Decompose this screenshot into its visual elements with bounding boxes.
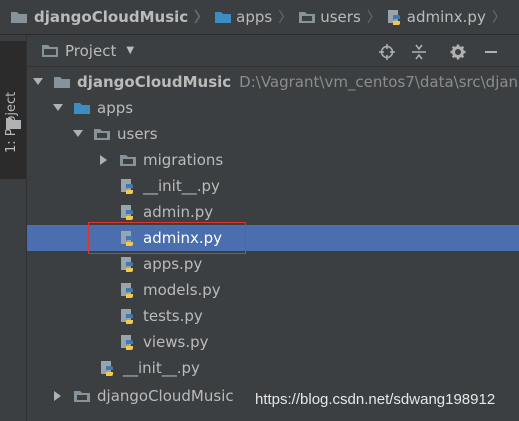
folder-icon bbox=[11, 12, 27, 23]
tree-item-file[interactable]: __init__.py bbox=[27, 355, 519, 381]
tool-window-strip: 1: Project bbox=[0, 35, 27, 421]
project-panel-header: Project ▼ bbox=[27, 35, 519, 67]
tree-item-label: djangoCloudMusic bbox=[77, 73, 232, 91]
python-file-icon bbox=[99, 360, 117, 376]
collapse-arrow-icon[interactable] bbox=[99, 155, 109, 165]
tree-item-file[interactable]: views.py bbox=[27, 329, 519, 355]
project-tool-button[interactable]: 1: Project bbox=[0, 41, 26, 179]
tree-item-label: tests.py bbox=[143, 307, 203, 325]
tree-item-label: migrations bbox=[143, 151, 224, 169]
python-file-icon bbox=[119, 282, 137, 298]
tree-item-label: apps.py bbox=[143, 255, 203, 273]
expand-arrow-icon[interactable] bbox=[73, 129, 83, 139]
tree-item-label: __init__.py bbox=[123, 359, 200, 377]
folder-icon bbox=[53, 74, 71, 90]
package-folder-icon bbox=[73, 388, 91, 404]
folder-icon bbox=[6, 118, 21, 129]
tree-item-file[interactable]: models.py bbox=[27, 277, 519, 303]
expand-arrow-icon[interactable] bbox=[53, 103, 63, 113]
chevron-right-icon: 〉 bbox=[194, 10, 209, 26]
chevron-right-icon: 〉 bbox=[366, 10, 381, 26]
folder-icon bbox=[299, 12, 316, 23]
python-file-icon bbox=[119, 256, 137, 272]
tree-item-users[interactable]: users bbox=[27, 121, 519, 147]
tree-item-file[interactable]: __init__.py bbox=[27, 173, 519, 199]
tree-item-apps[interactable]: apps bbox=[27, 95, 519, 121]
breadcrumb-label: adminx.py bbox=[406, 8, 486, 26]
tree-item-label: models.py bbox=[143, 281, 221, 299]
tree-item-label: djangoCloudMusic bbox=[97, 387, 234, 405]
tree-item-root[interactable]: djangoCloudMusic D:\Vagrant\vm_centos7\d… bbox=[27, 69, 519, 95]
tree-item-file[interactable]: tests.py bbox=[27, 303, 519, 329]
breadcrumb-users[interactable]: users 〉 bbox=[298, 7, 387, 27]
folder-icon bbox=[215, 12, 232, 23]
expand-arrow-icon[interactable] bbox=[33, 77, 43, 87]
gear-icon[interactable] bbox=[449, 43, 467, 61]
breadcrumb-label: users bbox=[320, 8, 361, 26]
chevron-right-icon: 〉 bbox=[491, 10, 506, 26]
tree-item-label: __init__.py bbox=[143, 177, 220, 195]
tree-item-label: admin.py bbox=[143, 203, 214, 221]
project-panel-title: Project bbox=[65, 41, 117, 60]
tree-item-label: views.py bbox=[143, 333, 209, 351]
python-file-icon bbox=[119, 308, 137, 324]
tree-item-file[interactable]: apps.py bbox=[27, 251, 519, 277]
navigation-bar: djangoCloudMusic 〉 apps 〉 users 〉 adminx… bbox=[0, 0, 519, 35]
breadcrumb-label: djangoCloudMusic bbox=[34, 8, 189, 26]
project-view-selector[interactable]: Project ▼ bbox=[41, 42, 134, 60]
python-file-icon bbox=[119, 334, 137, 350]
project-folder-icon bbox=[42, 45, 58, 57]
annotation-highlight-box bbox=[88, 222, 246, 254]
package-folder-icon bbox=[93, 126, 111, 142]
tree-item-label: users bbox=[117, 125, 158, 143]
collapse-all-icon[interactable] bbox=[410, 43, 428, 61]
tree-item-migrations[interactable]: migrations bbox=[27, 147, 519, 173]
python-file-icon bbox=[119, 178, 137, 194]
folder-icon bbox=[73, 100, 91, 116]
breadcrumb-label: apps bbox=[236, 8, 273, 26]
tree-item-label: apps bbox=[97, 99, 134, 117]
chevron-right-icon: 〉 bbox=[278, 10, 293, 26]
minimize-icon[interactable] bbox=[482, 43, 500, 61]
project-path-text: D:\Vagrant\vm_centos7\data\src\django bbox=[239, 73, 519, 91]
dropdown-arrow-icon: ▼ bbox=[126, 45, 135, 56]
locate-target-icon[interactable] bbox=[378, 43, 396, 61]
breadcrumb-apps[interactable]: apps 〉 bbox=[214, 7, 298, 27]
python-file-icon bbox=[119, 204, 137, 220]
breadcrumb-djangocloudmusic[interactable]: djangoCloudMusic 〉 bbox=[10, 7, 214, 27]
project-tool-label: 1: Project bbox=[4, 91, 19, 153]
collapse-arrow-icon[interactable] bbox=[53, 391, 63, 401]
breadcrumb-adminx[interactable]: adminx.py 〉 bbox=[387, 7, 512, 27]
python-file-icon bbox=[387, 10, 400, 25]
package-folder-icon bbox=[119, 152, 137, 168]
watermark-text: https://blog.csdn.net/sdwang198912 bbox=[255, 391, 496, 408]
